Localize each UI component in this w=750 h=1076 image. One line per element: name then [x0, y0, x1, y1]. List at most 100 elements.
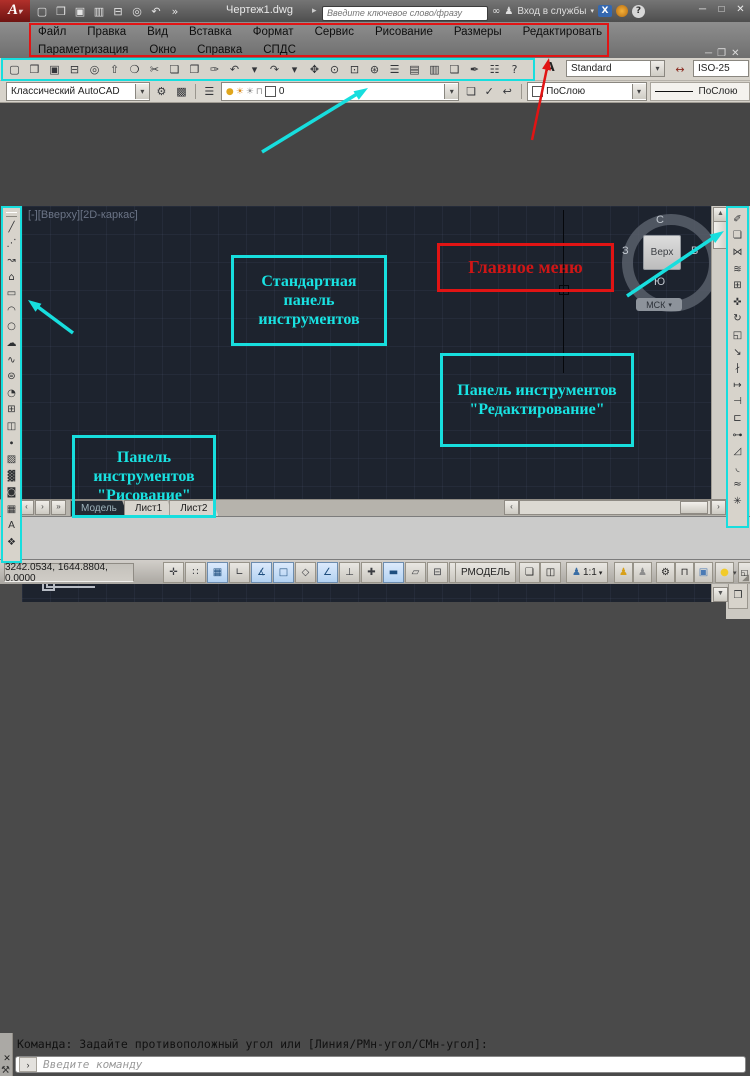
pan-icon[interactable]: ✥ [305, 61, 324, 78]
polar-tracking-toggle[interactable]: ∡ [251, 562, 272, 583]
match-properties-icon[interactable]: ✑ [205, 61, 224, 78]
menu-item[interactable]: Сервис [315, 26, 354, 38]
redo-dropdown-icon[interactable]: ▾ [285, 61, 304, 78]
scroll-right-icon[interactable]: › [711, 500, 726, 515]
paper-model-toggle-button[interactable]: РМОДЕЛЬ [455, 562, 516, 583]
undo-icon[interactable]: ↶ [148, 3, 164, 19]
menu-item[interactable]: Окно [149, 44, 176, 56]
move-icon[interactable]: ✜ [730, 294, 745, 311]
command-prompt-icon[interactable]: › [19, 1057, 37, 1072]
table-icon[interactable]: ▦ [4, 501, 19, 518]
quickcalc-icon[interactable]: ☷ [485, 61, 504, 78]
designcenter-icon[interactable]: ▤ [405, 61, 424, 78]
revision-cloud-icon[interactable]: ☁ [4, 335, 19, 352]
plot-preview-icon[interactable]: ◎ [85, 61, 104, 78]
viewcube-top-face[interactable]: Верх [643, 235, 681, 270]
next-tab-button[interactable]: › [35, 500, 50, 515]
annotation-scale-button[interactable]: ♟ 1:1 ▾ [566, 562, 608, 583]
workspace-combo[interactable]: Классический AutoCAD ▾ [6, 82, 150, 101]
chevron-down-icon[interactable]: ▾ [444, 84, 458, 99]
new-file-icon[interactable]: ▢ [34, 3, 50, 19]
coordinates-readout[interactable]: 3242.0534, 1644.8804, 0.0000 [4, 563, 134, 582]
save-workspace-icon[interactable]: ▩ [173, 83, 190, 100]
search-binoculars-icon[interactable]: ∞ [492, 6, 500, 17]
grid-display-toggle[interactable]: ▦ [207, 562, 228, 583]
save-icon[interactable]: ▣ [72, 3, 88, 19]
tool-palettes-icon[interactable]: ▥ [425, 61, 444, 78]
3d-object-snap-toggle[interactable]: ◇ [295, 562, 316, 583]
paste-icon[interactable]: ❐ [185, 61, 204, 78]
isolate-objects-lightbulb-icon[interactable]: ● [715, 562, 734, 583]
wcs-button[interactable]: МСК ▾ [636, 298, 682, 311]
more-tools-icon[interactable]: » [167, 3, 183, 19]
linetype-combo[interactable]: ПоСлою [650, 82, 750, 101]
search-input[interactable] [322, 6, 488, 21]
blend-curves-icon[interactable]: ≈ [730, 477, 745, 494]
help-icon[interactable]: ? [505, 61, 524, 78]
layout-space-icon[interactable]: ◫ [540, 562, 561, 583]
app-logo[interactable]: A▾ [0, 0, 30, 22]
plot-icon[interactable]: ⊟ [110, 3, 126, 19]
publish-icon[interactable]: ⇧ [105, 61, 124, 78]
ortho-mode-toggle[interactable]: ∟ [229, 562, 250, 583]
viewport-controls-label[interactable]: [-][Вверху][2D-каркас] [28, 209, 138, 221]
scale-icon[interactable]: ◱ [730, 327, 745, 344]
close-button[interactable]: ✕ [733, 3, 748, 17]
properties-icon[interactable]: ☰ [385, 61, 404, 78]
workspace-switch-gear-icon[interactable]: ⚙ [656, 562, 675, 583]
3d-dwf-icon[interactable]: ❍ [125, 61, 144, 78]
scroll-left-icon[interactable]: ‹ [504, 500, 519, 515]
signin-caret-icon[interactable]: ▾ [590, 7, 594, 15]
gradient-icon[interactable]: ▓ [4, 468, 19, 485]
make-object-layer-current-icon[interactable]: ✓ [480, 83, 498, 100]
communication-center-icon[interactable] [616, 5, 628, 17]
redo-icon[interactable]: ↷ [265, 61, 284, 78]
explode-icon[interactable]: ✳ [730, 493, 745, 510]
horizontal-scroll-thumb[interactable] [680, 501, 708, 514]
cut-icon[interactable]: ✂ [145, 61, 164, 78]
quick-properties-toggle[interactable]: ⊟ [427, 562, 448, 583]
chamfer-icon[interactable]: ◿ [730, 443, 745, 460]
arc-icon[interactable]: ◠ [4, 302, 19, 319]
open-icon[interactable]: ❒ [25, 61, 44, 78]
exchange-apps-icon[interactable]: X [598, 5, 612, 17]
stretch-icon[interactable]: ↘ [730, 344, 745, 361]
array-icon[interactable]: ⊞ [730, 277, 745, 294]
toolbar-grip[interactable] [6, 212, 17, 217]
rectangle-icon[interactable]: ▭ [4, 285, 19, 302]
chevron-down-icon[interactable]: ▾ [632, 84, 646, 99]
spline-icon[interactable]: ∿ [4, 352, 19, 369]
menu-item[interactable]: Вид [147, 26, 168, 38]
layer-vp-thaw-icon[interactable]: ☀ [246, 87, 254, 97]
title-caret-icon[interactable]: ▸ [312, 5, 317, 16]
point-icon[interactable]: ∙ [4, 435, 19, 452]
menu-item[interactable]: Правка [87, 26, 126, 38]
polyline-icon[interactable]: ↝ [4, 252, 19, 269]
annotation-autoscale-icon[interactable]: ♟ [633, 562, 652, 583]
snap-mode-toggle[interactable]: ∷ [185, 562, 206, 583]
menu-item[interactable]: Справка [197, 44, 242, 56]
sheet-set-manager-icon[interactable]: ❑ [445, 61, 464, 78]
menu-item[interactable]: СПДС [263, 44, 296, 56]
open-file-icon[interactable]: ❒ [53, 3, 69, 19]
transparency-toggle[interactable]: ▱ [405, 562, 426, 583]
help-icon[interactable]: ? [632, 5, 645, 18]
add-selected-icon[interactable]: ❖ [4, 534, 19, 551]
new-icon[interactable]: ▢ [5, 61, 24, 78]
plot-icon[interactable]: ⊟ [65, 61, 84, 78]
chevron-down-icon[interactable]: ▾ [135, 84, 149, 99]
text-style-combo[interactable]: Standard ▾ [566, 60, 665, 77]
insert-block-icon[interactable]: ⊞ [4, 402, 19, 419]
annotation-visibility-icon[interactable]: ♟ [614, 562, 633, 583]
erase-icon[interactable]: ✐ [730, 211, 745, 228]
resize-grip-icon[interactable]: ◢ [742, 572, 749, 583]
layer-previous-icon[interactable]: ↩ [498, 83, 516, 100]
break-icon[interactable]: ⊏ [730, 410, 745, 427]
trim-icon[interactable]: ∤ [730, 360, 745, 377]
polygon-icon[interactable]: ⌂ [4, 269, 19, 286]
menu-item[interactable]: Файл [38, 26, 66, 38]
ellipse-icon[interactable]: ⊜ [4, 368, 19, 385]
viewcube-north-label[interactable]: С [656, 214, 664, 226]
dim-style-icon[interactable]: ↔ [670, 61, 690, 78]
object-snap-tracking-toggle[interactable]: ∠ [317, 562, 338, 583]
